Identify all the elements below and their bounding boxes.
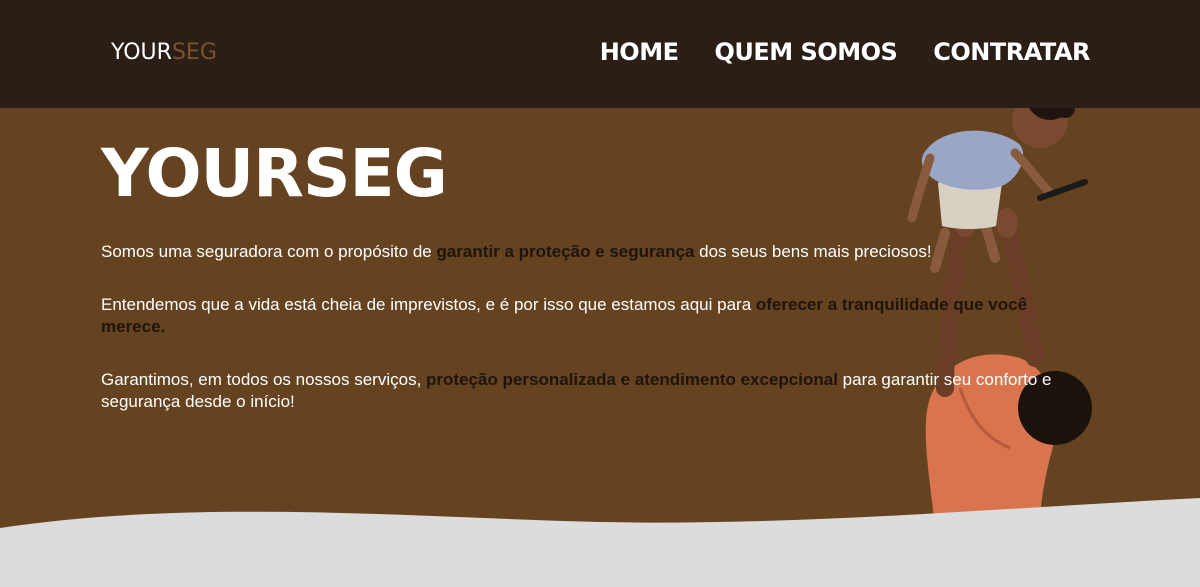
paragraph-text: Garantimos, em todos os nossos serviços, xyxy=(101,370,427,389)
main-nav: HOME QUEM SOMOS CONTRATAR xyxy=(600,38,1091,66)
bottom-wave-divider xyxy=(0,498,1200,587)
logo-text-main: YOUR xyxy=(111,40,172,65)
hero-paragraph-1: Somos uma seguradora com o propósito de … xyxy=(101,241,1091,263)
hero-paragraph-2: Entendemos que a vida está cheia de impr… xyxy=(101,294,1091,338)
top-navbar: YOURSEG HOME QUEM SOMOS CONTRATAR xyxy=(0,0,1200,108)
paragraph-text: Somos uma seguradora com o propósito de xyxy=(101,242,437,261)
paragraph-highlight: proteção personalizada e atendimento exc… xyxy=(426,370,838,389)
paragraph-text: Entendemos que a vida está cheia de impr… xyxy=(101,295,756,314)
nav-link-home[interactable]: HOME xyxy=(600,38,679,66)
logo[interactable]: YOURSEG xyxy=(111,40,217,65)
hero-title: YOURSEG xyxy=(101,135,448,212)
nav-link-contratar[interactable]: CONTRATAR xyxy=(933,38,1090,66)
hero-paragraph-3: Garantimos, em todos os nossos serviços,… xyxy=(101,369,1091,413)
paragraph-text: dos seus bens mais preciosos! xyxy=(694,242,932,261)
nav-link-quem-somos[interactable]: QUEM SOMOS xyxy=(714,38,897,66)
hero-section: YOURSEG Somos uma seguradora com o propó… xyxy=(0,108,1200,587)
logo-text-accent: SEG xyxy=(171,40,217,65)
paragraph-highlight: garantir a proteção e segurança xyxy=(436,242,695,261)
